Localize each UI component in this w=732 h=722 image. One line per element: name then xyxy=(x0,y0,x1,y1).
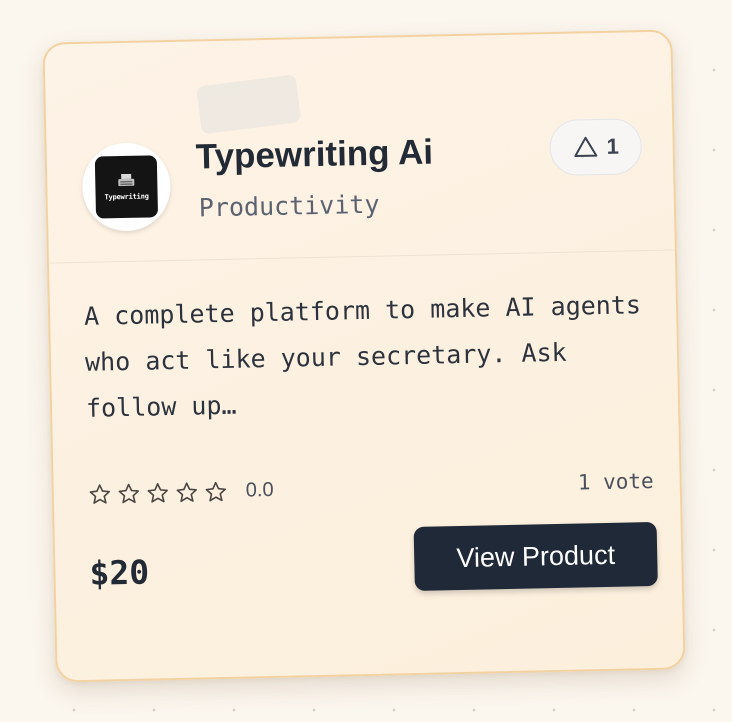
logo-image: Typewriting xyxy=(94,155,159,219)
star-rating xyxy=(88,480,228,507)
product-title[interactable]: Typewriting Ai xyxy=(195,133,433,178)
card-header: Typewriting Typewriting Ai Productivity … xyxy=(44,31,675,264)
star-icon xyxy=(147,483,168,503)
product-logo: Typewriting xyxy=(81,142,172,232)
product-description: A complete platform to make AI agents wh… xyxy=(83,290,642,423)
star-icon xyxy=(176,482,197,503)
product-category: Productivity xyxy=(198,189,380,223)
upvote-count: 1 xyxy=(606,133,620,159)
typewriter-icon xyxy=(118,173,135,186)
logo-text: Typewriting xyxy=(104,191,149,201)
rating-value: 0.0 xyxy=(245,478,274,502)
star-icon xyxy=(118,483,139,504)
triangle-up-icon xyxy=(574,136,598,158)
rating-row: 0.0 1 vote xyxy=(88,469,654,509)
product-card: Typewriting Typewriting Ai Productivity … xyxy=(42,29,686,683)
upvote-button[interactable]: 1 xyxy=(549,118,643,177)
product-price: $20 xyxy=(89,552,150,593)
view-product-button[interactable]: View Product xyxy=(413,521,658,591)
star-icon xyxy=(205,481,226,502)
star-icon xyxy=(89,484,110,504)
vote-count-label: 1 vote xyxy=(577,468,654,495)
